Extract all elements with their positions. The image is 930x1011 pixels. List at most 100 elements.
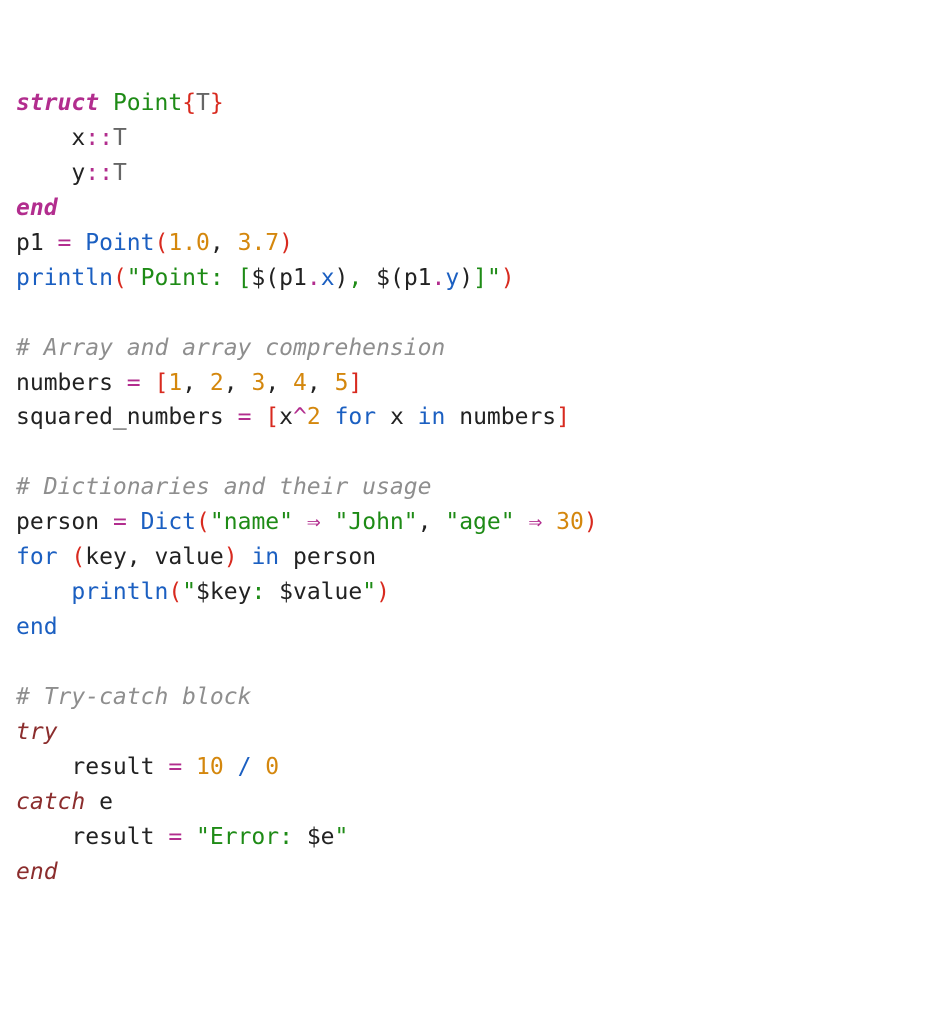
keyword-in: in — [418, 404, 446, 430]
number-literal: 10 — [196, 754, 224, 780]
string-interp: $( — [251, 265, 279, 291]
comma: , — [210, 230, 238, 256]
code-line: # Try-catch block — [16, 684, 251, 710]
operator-assign: = — [238, 404, 252, 430]
dot-operator: . — [307, 265, 321, 291]
keyword-in: in — [238, 544, 293, 570]
type-param: T — [113, 160, 127, 186]
operator-power: ^ — [293, 404, 307, 430]
operator-pair: ⇒ — [515, 509, 557, 535]
operator-assign: = — [127, 370, 141, 396]
keyword-end: end — [16, 195, 58, 221]
number-literal: 2 — [307, 404, 321, 430]
field-name: y — [16, 160, 85, 186]
blank-line — [16, 649, 30, 675]
operator-assign: = — [58, 230, 72, 256]
identifiers: key, value — [85, 544, 223, 570]
number-literal: 3.7 — [238, 230, 280, 256]
number-literal: 5 — [335, 370, 349, 396]
type-name: Point — [99, 90, 182, 116]
blank-line — [16, 439, 30, 465]
identifier: person — [16, 509, 113, 535]
identifier: numbers — [445, 404, 556, 430]
identifier: numbers — [16, 370, 127, 396]
code-line: x::T — [16, 125, 127, 151]
operator-assign: = — [168, 754, 182, 780]
function-call: println — [71, 579, 168, 605]
comment: # Dictionaries and their usage — [16, 474, 431, 500]
blank-line — [16, 300, 30, 326]
number-literal: 0 — [265, 754, 279, 780]
constructor-call: Point — [71, 230, 154, 256]
function-call: println — [16, 265, 113, 291]
string-interp: $e — [307, 824, 335, 850]
identifier: result — [16, 754, 168, 780]
code-line: struct Point{T} — [16, 90, 224, 116]
bracket-open: [ — [265, 404, 279, 430]
space — [141, 370, 155, 396]
paren-open: ( — [71, 544, 85, 570]
identifier: x — [390, 404, 418, 430]
identifier: result — [16, 824, 168, 850]
type-annotation: :: — [85, 125, 113, 151]
code-line: squared_numbers = [x^2 for x in numbers] — [16, 404, 570, 430]
paren-open: ( — [113, 265, 127, 291]
comment: # Array and array comprehension — [16, 335, 445, 361]
operator-div: / — [224, 754, 266, 780]
property: y — [445, 265, 459, 291]
type-param: T — [113, 125, 127, 151]
identifier: person — [293, 544, 376, 570]
type-annotation: :: — [85, 160, 113, 186]
identifier: p1 — [279, 265, 307, 291]
comma: , — [182, 370, 210, 396]
code-line: y::T — [16, 160, 127, 186]
code-line: println("$key: $value") — [16, 579, 390, 605]
keyword-end: end — [16, 614, 58, 640]
string-interp-close: ) — [459, 265, 473, 291]
string-literal: "Point: [ — [127, 265, 252, 291]
number-literal: 30 — [556, 509, 584, 535]
code-line: catch e — [16, 789, 113, 815]
string-literal: "John" — [335, 509, 418, 535]
space — [58, 544, 72, 570]
keyword-try: try — [16, 719, 58, 745]
paren-close: ) — [224, 544, 238, 570]
string-literal: "name" — [210, 509, 293, 535]
catch-var: e — [85, 789, 113, 815]
code-line: end — [16, 859, 58, 885]
space — [251, 404, 265, 430]
string-literal: ]" — [473, 265, 501, 291]
code-line: result = "Error: $e" — [16, 824, 348, 850]
field-name: x — [16, 125, 85, 151]
string-interp: $value — [279, 579, 362, 605]
number-literal: 4 — [293, 370, 307, 396]
paren-open: ( — [155, 230, 169, 256]
paren-close: ) — [501, 265, 515, 291]
paren-open: ( — [196, 509, 210, 535]
comma: , — [265, 370, 293, 396]
brace-open: { — [182, 90, 196, 116]
code-line: person = Dict("name" ⇒ "John", "age" ⇒ 3… — [16, 509, 598, 535]
number-literal: 1 — [168, 370, 182, 396]
identifier: x — [279, 404, 293, 430]
space — [182, 754, 196, 780]
string-literal: "Error: — [196, 824, 307, 850]
keyword-end: end — [16, 859, 58, 885]
code-line: # Array and array comprehension — [16, 335, 445, 361]
type-param: T — [196, 90, 210, 116]
comma: , — [224, 370, 252, 396]
string-interp: $key — [196, 579, 251, 605]
bracket-open: [ — [155, 370, 169, 396]
identifier: squared_numbers — [16, 404, 238, 430]
bracket-close: ] — [348, 370, 362, 396]
paren-open: ( — [168, 579, 182, 605]
string-literal: "age" — [445, 509, 514, 535]
string-close: " — [362, 579, 376, 605]
comment: # Try-catch block — [16, 684, 251, 710]
code-line: for (key, value) in person — [16, 544, 376, 570]
indent — [16, 579, 71, 605]
string-literal: : — [251, 579, 279, 605]
code-line: end — [16, 195, 58, 221]
code-line: try — [16, 719, 58, 745]
number-literal: 2 — [210, 370, 224, 396]
